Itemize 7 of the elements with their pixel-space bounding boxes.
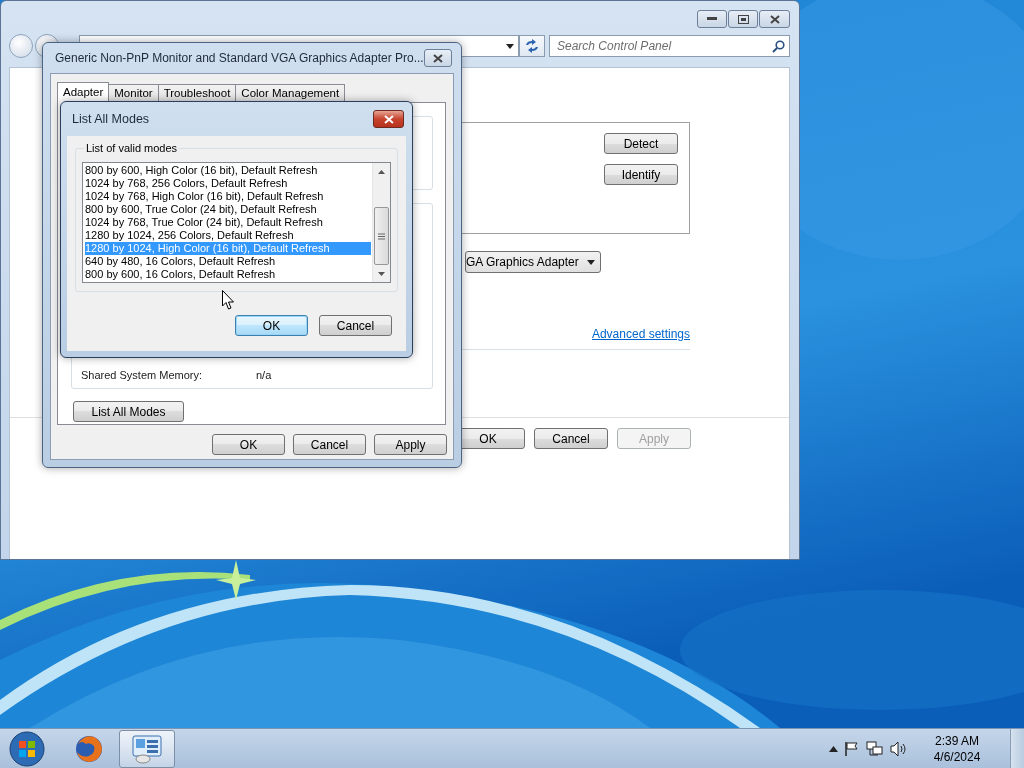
dialog-title: List All Modes [72,112,150,126]
clock-date: 4/6/2024 [933,748,981,765]
info-label: Shared System Memory: [81,369,204,381]
clock-time: 2:39 AM [935,732,979,749]
group-label: List of valid modes [85,142,179,154]
dialog-title: Generic Non-PnP Monitor and Standard VGA Graphics Adapter Pro... [55,51,424,65]
info-value: n/a [256,369,272,381]
